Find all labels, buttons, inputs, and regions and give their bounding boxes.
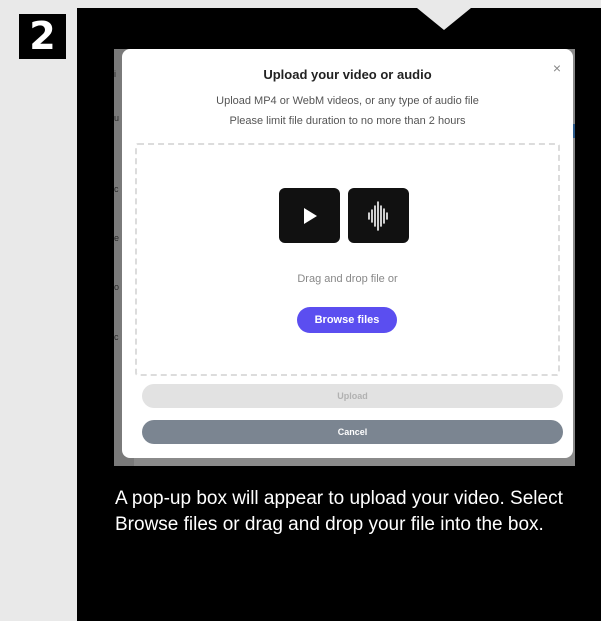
step-number-badge: 2 <box>19 14 66 59</box>
modal-duration-note: Please limit file duration to no more th… <box>229 115 466 127</box>
drag-drop-prompt: Drag and drop file or <box>297 273 398 285</box>
background-text-fragment: u <box>114 113 120 123</box>
upload-button[interactable]: Upload <box>142 384 563 408</box>
cancel-button[interactable]: Cancel <box>142 420 563 444</box>
play-icon <box>279 188 340 243</box>
instruction-caption: A pop-up box will appear to upload your … <box>115 488 563 535</box>
instruction-panel: i u c e o c × Upload your video or audio… <box>77 8 601 621</box>
upload-modal: × Upload your video or audio Upload MP4 … <box>122 49 573 458</box>
screenshot: i u c e o c × Upload your video or audio… <box>114 49 575 466</box>
background-text-fragment: o <box>114 282 120 292</box>
background-text-fragment: c <box>114 332 119 342</box>
modal-title: Upload your video or audio <box>263 67 432 82</box>
audio-waveform-icon <box>348 188 409 243</box>
background-text-fragment: c <box>114 184 119 194</box>
panel-notch <box>417 8 471 30</box>
background-text-fragment: e <box>114 233 120 243</box>
browse-files-button[interactable]: Browse files <box>297 307 397 333</box>
dropzone[interactable]: Drag and drop file or Browse files <box>135 143 560 376</box>
modal-subtitle: Upload MP4 or WebM videos, or any type o… <box>216 95 479 107</box>
background-text-fragment: i <box>114 69 116 79</box>
